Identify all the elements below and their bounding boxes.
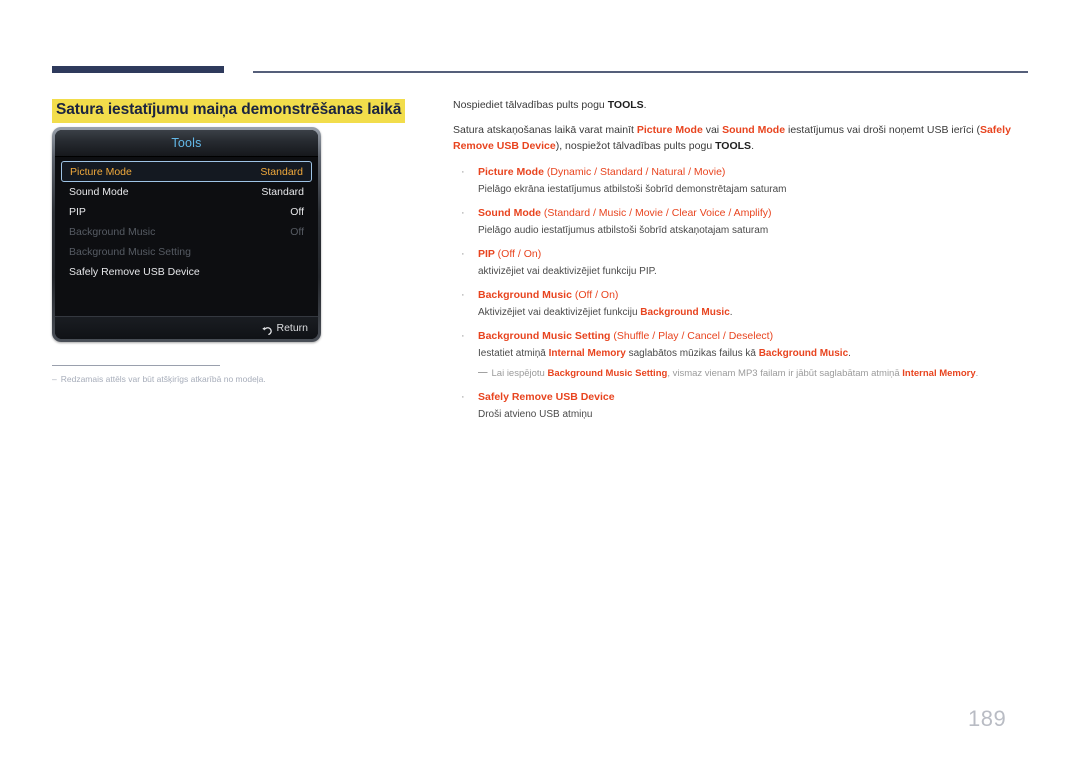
osd-menu-list: Picture Mode Standard Sound Mode Standar… — [55, 157, 318, 316]
sub-note-dash-icon: — — [478, 366, 488, 378]
osd-item-value: Standard — [260, 165, 303, 178]
footnote-dash: – — [52, 374, 57, 384]
option-description: Pielāgo ekrāna iestatījumus atbilstoši š… — [478, 184, 787, 196]
header-rule-thick — [52, 66, 224, 73]
option-heading: Picture Mode (Dynamic / Standard / Natur… — [478, 165, 1028, 180]
desc-text-3: iestatījumus vai droši noņemt USB ierīci… — [785, 123, 980, 136]
osd-item-safely-remove-usb-device[interactable]: Safely Remove USB Device — [61, 262, 312, 282]
description-paragraph: Satura atskaņošanas laikā varat mainīt P… — [453, 123, 1028, 155]
option-values: (Off / On) — [497, 248, 542, 261]
osd-item-value: Off — [290, 226, 304, 238]
desc-sound-mode: Sound Mode — [722, 123, 786, 136]
option-heading: Background Music (Off / On) — [478, 288, 1028, 303]
sub-note-part-3: . — [975, 367, 979, 379]
osd-item-label: Sound Mode — [69, 186, 129, 198]
osd-item-label: Background Music Setting — [69, 246, 191, 258]
bullet-dot-icon: · — [461, 207, 465, 220]
footnote-divider — [52, 365, 220, 366]
option-name: Picture Mode — [478, 166, 544, 179]
list-item: · PIP (Off / On) aktivizējiet vai deakti… — [453, 247, 1028, 279]
list-item: · Sound Mode (Standard / Music / Movie /… — [453, 206, 1028, 238]
osd-item-value: Standard — [261, 186, 304, 198]
osd-item-background-music: Background Music Off — [61, 222, 312, 242]
osd-footer: Return — [55, 316, 318, 339]
option-description: Droši atvieno USB atmiņu — [478, 408, 593, 420]
osd-item-picture-mode[interactable]: Picture Mode Standard — [61, 161, 312, 182]
option-values: (Dynamic / Standard / Natural / Movie) — [546, 166, 726, 179]
osd-return-label: Return — [276, 322, 308, 334]
desc-highlight-1: Internal Memory — [548, 347, 626, 359]
document-page: Satura iestatījumu maiņa demonstrēšanas … — [0, 0, 1080, 763]
osd-item-background-music-setting: Background Music Setting — [61, 242, 312, 262]
sub-note-part-2: , vismaz vienam MP3 failam ir jābūt sagl… — [667, 367, 903, 379]
desc-part-2: . — [729, 307, 733, 318]
desc-highlight-1: Background Music — [640, 307, 730, 318]
desc-picture-mode: Picture Mode — [636, 123, 703, 136]
sub-note-highlight-1: Background Music Setting — [547, 367, 668, 379]
option-heading: Background Music Setting (Shuffle / Play… — [478, 329, 1028, 344]
sub-note-highlight-2: Internal Memory — [902, 367, 976, 379]
option-heading: Safely Remove USB Device — [478, 390, 1028, 405]
desc-part-1: Iestatiet atmiņā — [478, 347, 549, 359]
intro-paragraph: Nospiediet tālvadības pults pogu TOOLS. — [453, 98, 1028, 114]
option-name: Sound Mode — [478, 207, 541, 220]
option-values: (Shuffle / Play / Cancel / Deselect) — [613, 330, 774, 342]
footnote: – Redzamais attēls var būt atšķirīgs atk… — [52, 374, 382, 386]
option-name: PIP — [478, 248, 495, 261]
bullet-dot-icon: · — [461, 390, 465, 403]
content-column: Nospiediet tālvadības pults pogu TOOLS. … — [453, 98, 1028, 431]
osd-item-value: Off — [290, 206, 304, 218]
option-description: Aktivizējiet vai deaktivizējiet funkciju… — [478, 304, 1028, 320]
option-values: (Off / On) — [574, 289, 619, 302]
osd-title: Tools — [171, 136, 202, 150]
sub-note-text: Lai iespējotu Background Music Setting, … — [492, 367, 979, 381]
bullet-dot-icon: · — [461, 166, 465, 179]
bullet-dot-icon: · — [461, 330, 465, 342]
sub-note: — Lai iespējotu Background Music Setting… — [478, 367, 1028, 381]
osd-item-label: Picture Mode — [70, 165, 132, 178]
option-list: · Picture Mode (Dynamic / Standard / Nat… — [453, 165, 1028, 421]
option-values: (Standard / Music / Movie / Clear Voice … — [543, 207, 772, 220]
intro-text-1: Nospiediet tālvadības pults pogu — [453, 99, 608, 111]
list-item: · Background Music (Off / On) Aktivizēji… — [453, 288, 1028, 320]
option-description: Iestatiet atmiņā Internal Memory saglabā… — [478, 345, 1028, 361]
tv-screen: Tools Picture Mode Standard Sound Mode S… — [55, 130, 318, 339]
page-number: 189 — [968, 706, 1007, 731]
osd-item-label: Safely Remove USB Device — [69, 266, 200, 278]
bullet-dot-icon: · — [461, 289, 465, 302]
intro-tools-key: TOOLS — [607, 99, 644, 111]
tv-osd-panel: Tools Picture Mode Standard Sound Mode S… — [52, 127, 321, 342]
desc-highlight-2: Background Music — [758, 347, 849, 359]
osd-item-label: Background Music — [69, 226, 156, 238]
option-description: aktivizējiet vai deaktivizējiet funkciju… — [478, 266, 657, 278]
option-description: Pielāgo audio iestatījumus atbilstoši šo… — [478, 225, 769, 237]
desc-tools-key: TOOLS — [715, 139, 752, 152]
osd-item-label: PIP — [69, 206, 86, 218]
desc-part-1: Aktivizējiet vai deaktivizējiet funkciju — [478, 307, 641, 318]
list-item: · Picture Mode (Dynamic / Standard / Nat… — [453, 165, 1028, 197]
page-title: Satura iestatījumu maiņa demonstrēšanas … — [52, 99, 406, 123]
bullet-dot-icon: · — [461, 248, 465, 261]
osd-header: Tools — [55, 130, 318, 157]
option-heading: PIP (Off / On) — [478, 247, 1028, 262]
option-heading: Sound Mode (Standard / Music / Movie / C… — [478, 206, 1028, 221]
footnote-text: Redzamais attēls var būt atšķirīgs atkar… — [60, 374, 266, 384]
desc-text-5: . — [751, 139, 754, 152]
header-rule-thin — [253, 71, 1028, 73]
desc-text-2: vai — [702, 123, 723, 136]
desc-text-4: ), nospiežot tālvadības pults pogu — [555, 139, 716, 152]
osd-item-sound-mode[interactable]: Sound Mode Standard — [61, 182, 312, 202]
intro-text-2: . — [643, 99, 647, 111]
osd-item-pip[interactable]: PIP Off — [61, 202, 312, 222]
option-name: Safely Remove USB Device — [478, 390, 615, 403]
sub-note-part-1: Lai iespējotu — [491, 367, 548, 379]
desc-part-2: saglabātos mūzikas failus kā — [625, 347, 759, 359]
return-arrow-icon — [261, 324, 273, 335]
list-item: · Safely Remove USB Device Droši atvieno… — [453, 390, 1028, 422]
list-item: · Background Music Setting (Shuffle / Pl… — [453, 329, 1028, 381]
desc-part-3: . — [848, 347, 851, 359]
option-name: Background Music — [478, 289, 572, 302]
desc-text-1: Satura atskaņošanas laikā varat mainīt — [453, 123, 637, 136]
option-name: Background Music Setting — [478, 330, 611, 342]
